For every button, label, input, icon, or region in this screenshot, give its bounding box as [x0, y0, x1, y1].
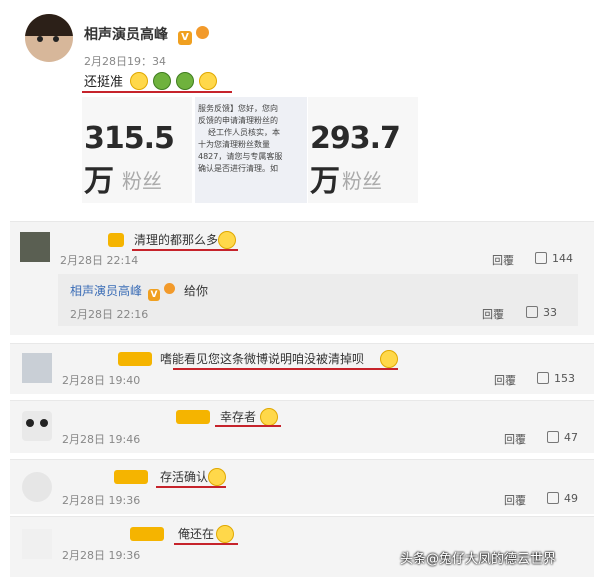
- verified-badge-icon: V: [178, 25, 192, 45]
- comment-time: 2月28日 19:46: [62, 433, 141, 446]
- thumbs-up-icon: [535, 252, 547, 264]
- fan-badge-icon: [176, 409, 210, 428]
- like-count: 153: [554, 372, 575, 385]
- reply-button[interactable]: 回覆: [492, 252, 514, 268]
- person-emoji-icon: [153, 71, 172, 90]
- reply-button[interactable]: 回覆: [482, 306, 504, 322]
- comment-text: 存活确认: [160, 470, 209, 484]
- person-emoji-icon: [176, 71, 195, 90]
- highlight-underline: [132, 249, 238, 251]
- reply-button[interactable]: 回覆: [504, 431, 526, 447]
- smile-emoji-icon: [199, 71, 218, 90]
- post-image-left[interactable]: 315.5万 粉丝: [82, 97, 192, 203]
- emoji-group: [130, 70, 218, 90]
- notice-line: 4827，请您与专属客服: [198, 152, 283, 161]
- verified-badge-icon: V: [148, 282, 160, 301]
- subreply-time: 2月28日 22:16: [70, 308, 149, 321]
- comment-time: 2月28日 19:36: [62, 494, 141, 507]
- notice-line: 服务反馈】您好，您向: [198, 104, 278, 113]
- like-button[interactable]: 144: [535, 252, 573, 265]
- commenter-avatar[interactable]: [22, 529, 52, 559]
- thumbs-up-icon: [537, 372, 549, 384]
- post-text-content: 还挺准: [84, 75, 124, 90]
- comment-card: 俺还在 2月28日 19:36: [10, 516, 594, 577]
- comment-time: 2月28日 19:40: [62, 374, 141, 387]
- comment-card: 幸存者 2月28日 19:46 回覆 47: [10, 400, 594, 453]
- fan-badge-icon: [114, 469, 148, 488]
- comment-text: 嗜能看见您这条微博说明咱没被清掉呗: [160, 352, 365, 366]
- comment-text: 幸存者: [220, 410, 257, 424]
- highlight-underline: [215, 425, 281, 427]
- commenter-avatar[interactable]: [22, 353, 52, 383]
- notice-line: 经工作人员核实，本: [208, 128, 280, 137]
- grin-emoji-icon: [130, 71, 148, 90]
- like-count: 49: [564, 492, 578, 505]
- subreply-author[interactable]: 相声演员高峰: [70, 282, 142, 299]
- comment-card: 嗜能看见您这条微博说明咱没被清掉呗 2月28日 19:40 回覆 153: [10, 343, 594, 394]
- commenter-avatar[interactable]: [22, 472, 52, 502]
- post-image-right[interactable]: 293.7万 粉丝: [308, 97, 418, 203]
- comment-time: 2月28日 19:36: [62, 549, 141, 562]
- like-count: 144: [552, 252, 573, 265]
- cat-emoji-icon: [380, 349, 398, 368]
- member-badge-icon: [164, 283, 175, 294]
- comment-card: 清理的都那么多 2月28日 22:14 回覆 144 相声演员高峰 V 给你 2…: [10, 221, 594, 335]
- like-button[interactable]: 49: [547, 492, 578, 505]
- fans-label: 粉丝: [342, 169, 382, 193]
- highlight-underline: [156, 486, 226, 488]
- like-count: 33: [543, 306, 557, 319]
- thumbs-up-icon: [526, 306, 538, 318]
- member-badge-icon: [196, 26, 209, 39]
- notice-line: 确认是否进行清理。如: [198, 164, 278, 173]
- fan-badge-icon: [118, 351, 152, 370]
- thumbs-up-icon: [547, 492, 559, 504]
- notice-line: 十为您清理粉丝数量: [198, 140, 270, 149]
- comment-time: 2月28日 22:14: [60, 254, 139, 267]
- comment-text: 清理的都那么多: [134, 233, 219, 247]
- like-button[interactable]: 33: [526, 306, 557, 319]
- subreply-text: 给你: [184, 284, 209, 298]
- post-time: 2月28日19：34: [84, 55, 166, 68]
- comment-card: 存活确认 2月28日 19:36 回覆 49: [10, 459, 594, 514]
- smile-emoji-icon: [218, 230, 236, 249]
- post-author-name[interactable]: 相声演员高峰: [84, 24, 168, 44]
- author-avatar[interactable]: [25, 14, 73, 62]
- cry-emoji-icon: [216, 524, 234, 543]
- highlight-underline: [82, 91, 232, 93]
- post-text: 还挺准: [84, 71, 123, 90]
- cry-emoji-icon: [208, 467, 226, 486]
- cry-emoji-icon: [260, 407, 278, 426]
- like-button[interactable]: 153: [537, 372, 575, 385]
- post-image-middle[interactable]: 服务反馈】您好，您向 反馈的申请清理粉丝的 经工作人员核实，本 十为您清理粉丝数…: [195, 97, 307, 203]
- watermark: 头条@兔仔大凤的德云世界: [400, 552, 557, 567]
- commenter-avatar[interactable]: [22, 411, 52, 441]
- fan-badge-icon: [130, 526, 164, 545]
- fan-badge-icon: [108, 232, 124, 251]
- notice-line: 反馈的申请清理粉丝的: [198, 116, 278, 125]
- notice-text: 服务反馈】您好，您向 反馈的申请清理粉丝的 经工作人员核实，本 十为您清理粉丝数…: [198, 103, 282, 175]
- highlight-underline: [173, 368, 398, 370]
- commenter-avatar[interactable]: [20, 232, 50, 262]
- comment-text: 俺还在: [178, 527, 215, 541]
- reply-button[interactable]: 回覆: [504, 492, 526, 508]
- thumbs-up-icon: [547, 431, 559, 443]
- like-button[interactable]: 47: [547, 431, 578, 444]
- highlight-underline: [174, 543, 238, 545]
- subreply-box: 相声演员高峰 V 给你 2月28日 22:16 回覆 33: [58, 274, 578, 326]
- reply-button[interactable]: 回覆: [494, 372, 516, 388]
- fans-label: 粉丝: [122, 169, 162, 193]
- like-count: 47: [564, 431, 578, 444]
